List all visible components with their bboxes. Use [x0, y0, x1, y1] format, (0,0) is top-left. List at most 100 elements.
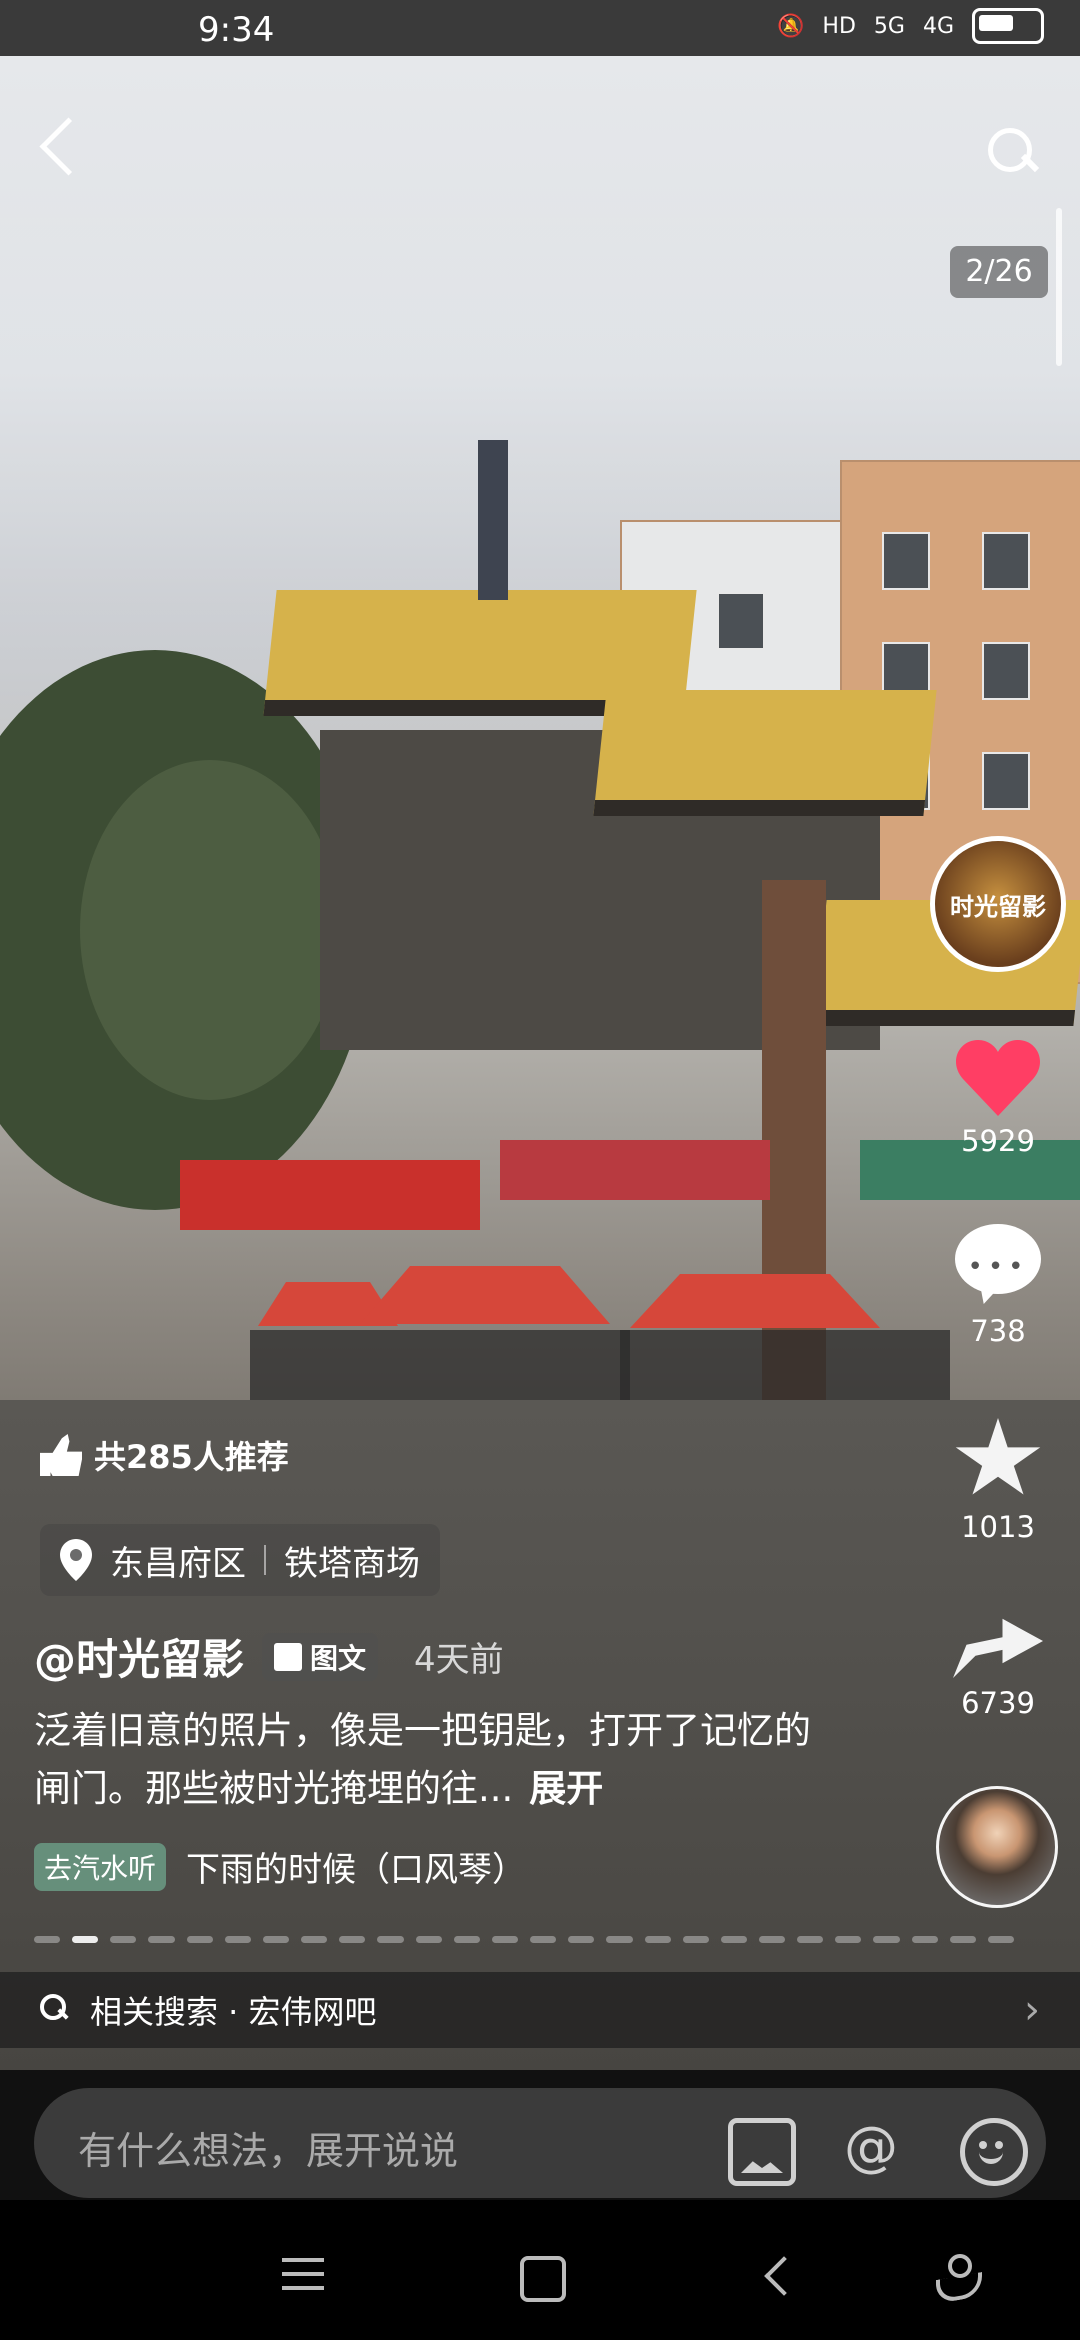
assistant-icon[interactable]	[936, 2254, 982, 2298]
location-place: 铁塔商场	[284, 1543, 420, 1584]
shop-sign	[180, 1160, 480, 1230]
star-icon	[955, 1418, 1041, 1495]
progress-segment	[377, 1936, 404, 1943]
market-tent	[630, 1274, 880, 1328]
progress-segment	[530, 1936, 557, 1943]
author-name[interactable]: @时光留影	[34, 1626, 244, 1687]
like-count: 5929	[961, 1124, 1035, 1158]
avatar-logo-text: 时光留影	[950, 892, 1046, 921]
shop-sign	[500, 1140, 770, 1200]
music-row[interactable]: 去汽水听 下雨的时候（口风琴）	[34, 1842, 526, 1891]
expand-link[interactable]: 展开	[529, 1767, 603, 1810]
home-icon[interactable]	[520, 2256, 566, 2302]
progress-segment	[339, 1936, 366, 1943]
progress-segment	[415, 1936, 442, 1943]
thumbs-up-icon	[40, 1434, 82, 1476]
location-divider	[264, 1545, 266, 1575]
building-window	[717, 592, 765, 650]
related-search-label: 相关搜索 · 宏伟网吧	[90, 1993, 377, 2031]
progress-segment	[949, 1936, 976, 1943]
progress-segment	[797, 1936, 824, 1943]
recommend-text: 共285人推荐	[94, 1438, 289, 1476]
image-counter: 2/26	[950, 246, 1048, 298]
music-cover-avatar[interactable]	[936, 1786, 1058, 1908]
search-icon-circle	[988, 128, 1032, 172]
image-progress	[34, 1936, 1015, 1943]
mention-icon[interactable]: @	[842, 2118, 900, 2176]
progress-segment	[835, 1936, 862, 1943]
scroll-indicator	[1056, 208, 1062, 366]
location-pin-icon	[60, 1539, 92, 1581]
market-tent	[360, 1266, 610, 1324]
progress-segment	[682, 1936, 709, 1943]
search-icon[interactable]	[986, 126, 1040, 180]
progress-segment	[186, 1936, 213, 1943]
mute-icon: 🔕	[777, 13, 805, 39]
comment-count: 738	[970, 1314, 1026, 1348]
progress-segment	[34, 1936, 61, 1943]
progress-segment	[262, 1936, 290, 1943]
building-window	[982, 752, 1030, 810]
5g-signal-icon: 5G	[873, 13, 905, 39]
gate-roof	[593, 690, 937, 816]
building-window	[982, 532, 1030, 590]
gate-spire	[478, 440, 508, 600]
post-type-tag: 图文	[262, 1632, 379, 1681]
progress-segment	[720, 1936, 747, 1943]
status-time: 9:34	[198, 10, 275, 50]
building-window	[982, 642, 1030, 700]
building-window	[882, 532, 930, 590]
tree	[80, 760, 340, 1100]
chevron-right-icon: ›	[1024, 1987, 1040, 2033]
post-screen: 9:34 🔕 HD 5G 4G 2/26 时光留影 5929 ••• 738 1…	[0, 0, 1080, 2340]
progress-segment	[911, 1936, 938, 1943]
progress-segment	[301, 1936, 328, 1943]
author-row: @时光留影 图文 4天前	[34, 1626, 504, 1687]
progress-segment	[568, 1936, 595, 1943]
location-district: 东昌府区	[110, 1543, 246, 1584]
progress-segment	[758, 1936, 786, 1943]
progress-segment	[453, 1936, 480, 1943]
progress-segment	[873, 1936, 900, 1943]
post-caption[interactable]: 泛着旧意的照片，像是一把钥匙，打开了记忆的闸门。那些被时光掩埋的往... 展开	[34, 1702, 834, 1818]
gallery-icon	[274, 1642, 303, 1671]
like-button[interactable]: 5929	[928, 1040, 1068, 1158]
image-icon[interactable]	[728, 2118, 796, 2186]
location-tag[interactable]: 东昌府区 铁塔商场	[40, 1524, 440, 1596]
progress-segment	[110, 1936, 137, 1943]
market-stall	[250, 1330, 630, 1410]
share-arrow-icon	[953, 1618, 1043, 1678]
music-title: 下雨的时候（口风琴）	[186, 1850, 527, 1890]
caption-text: 泛着旧意的照片，像是一把钥匙，打开了记忆的闸门。那些被时光掩埋的往...	[34, 1709, 811, 1810]
4g-signal-icon: 4G	[922, 13, 954, 39]
comment-dots: •••	[967, 1252, 1029, 1282]
recommend-row[interactable]: 共285人推荐	[40, 1432, 289, 1478]
related-search-bar[interactable]: 相关搜索 · 宏伟网吧 ›	[0, 1972, 1080, 2048]
favorite-button[interactable]: 1013	[928, 1418, 1068, 1544]
favorite-count: 1013	[961, 1510, 1035, 1544]
status-bar: 9:34 🔕 HD 5G 4G	[0, 0, 1080, 56]
share-count: 6739	[961, 1686, 1035, 1720]
comment-button[interactable]: ••• 738	[928, 1224, 1068, 1348]
progress-segment-active	[72, 1936, 99, 1943]
search-icon	[40, 1994, 72, 2026]
progress-segment	[644, 1936, 671, 1943]
progress-segment	[491, 1936, 519, 1943]
comment-placeholder: 有什么想法，展开说说	[78, 2129, 459, 2173]
menu-icon[interactable]	[282, 2258, 324, 2290]
battery-icon	[972, 8, 1044, 44]
market-stall	[620, 1330, 950, 1400]
post-type-label: 图文	[310, 1641, 367, 1675]
status-icons: 🔕 HD 5G 4G	[777, 8, 1044, 44]
progress-segment	[224, 1936, 251, 1943]
emoji-icon[interactable]	[960, 2118, 1028, 2186]
share-button[interactable]: 6739	[928, 1604, 1068, 1720]
progress-segment	[148, 1936, 175, 1943]
comment-bubble-icon: •••	[955, 1224, 1041, 1306]
hd-icon: HD	[822, 13, 856, 39]
music-service-tag[interactable]: 去汽水听	[34, 1842, 167, 1891]
author-avatar[interactable]: 时光留影	[930, 836, 1066, 972]
progress-segment	[987, 1936, 1015, 1943]
progress-segment	[606, 1936, 633, 1943]
post-time: 4天前	[414, 1640, 504, 1680]
